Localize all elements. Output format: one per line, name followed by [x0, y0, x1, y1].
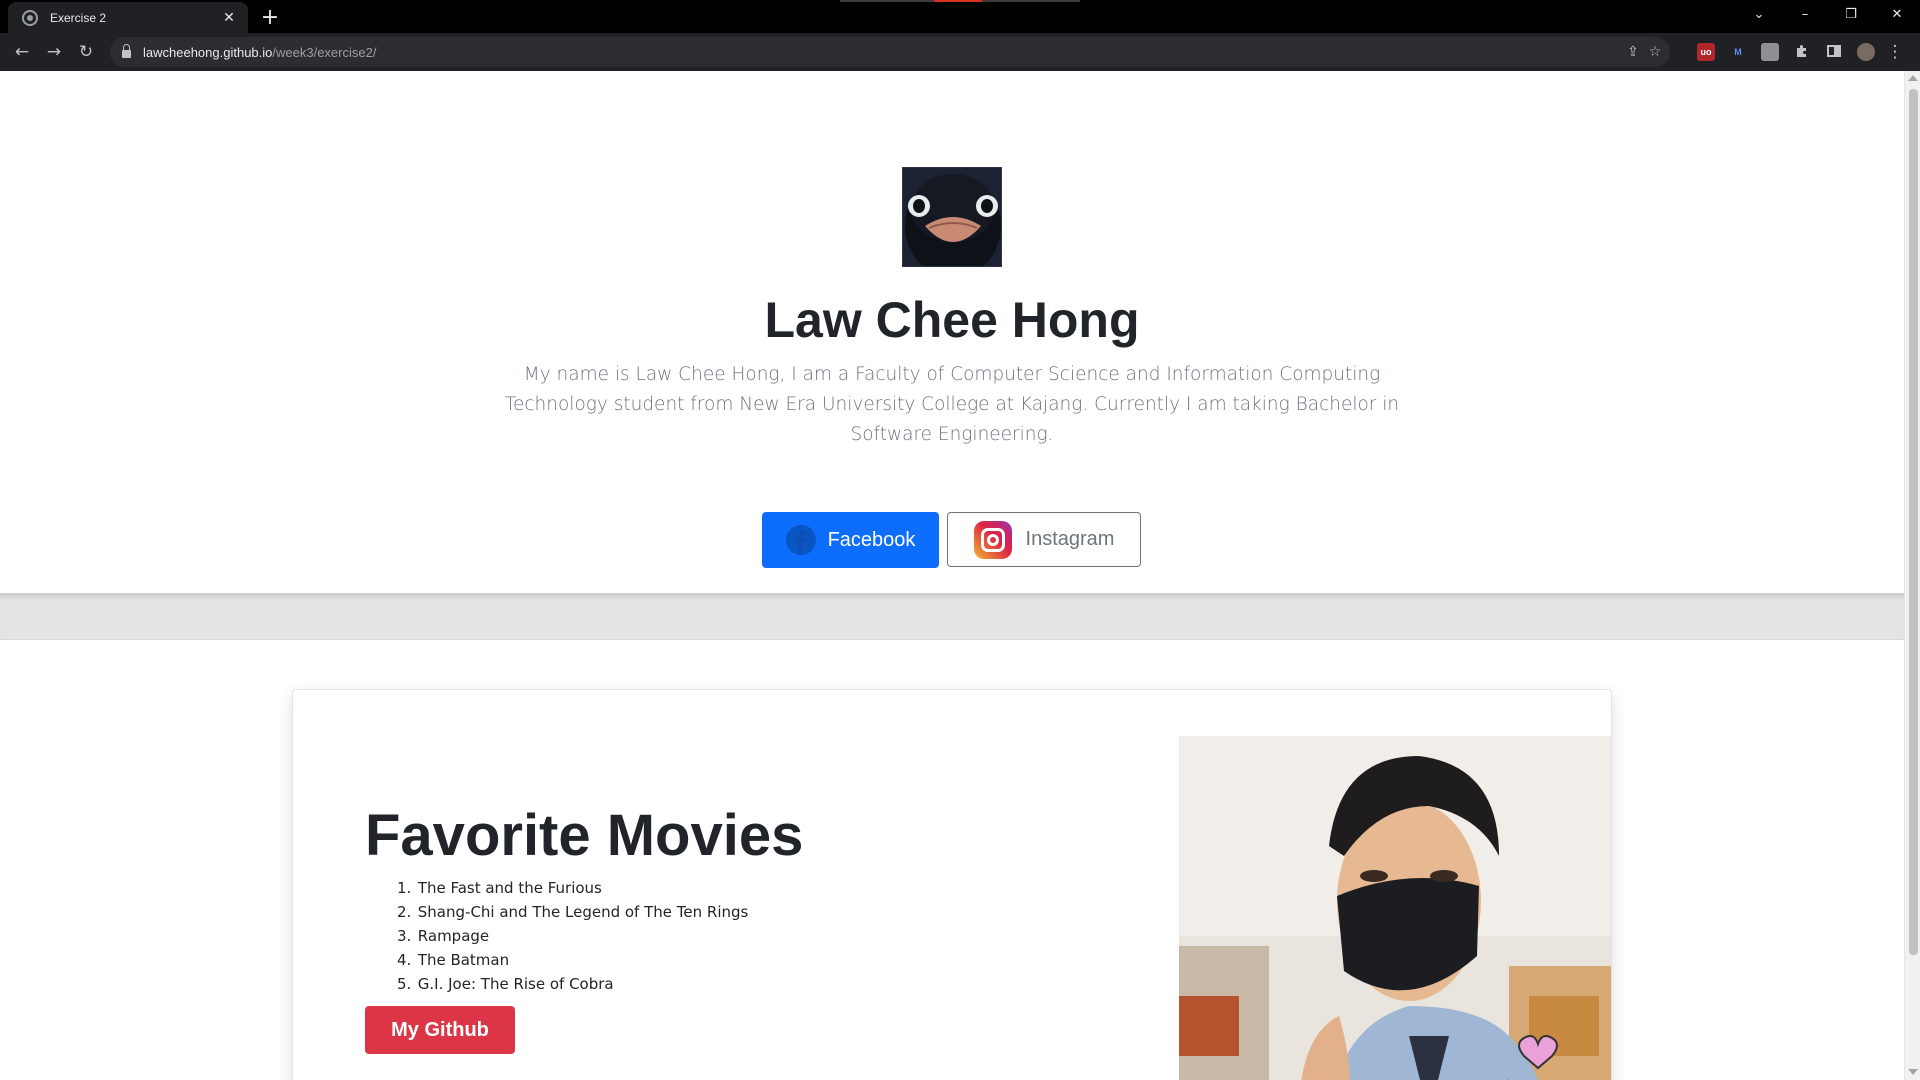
web-page: Law Chee Hong My name is Law Chee Hong, …: [0, 71, 1904, 1080]
browser-menu-icon[interactable]: ⋮: [1885, 39, 1905, 65]
side-panel-icon[interactable]: [1825, 43, 1843, 61]
tab-title: Exercise 2: [50, 10, 107, 25]
list-item: 1. The Fast and the Furious: [397, 879, 602, 897]
forward-arrow-icon[interactable]: →: [40, 39, 68, 65]
address-bar[interactable]: lawcheehong.github.io/week3/exercise2/ ⇪…: [110, 37, 1670, 67]
facebook-label: Facebook: [827, 528, 916, 551]
close-tab-icon[interactable]: ✕: [220, 10, 238, 26]
list-item: 3. Rampage: [397, 927, 490, 945]
instagram-button[interactable]: Instagram: [947, 512, 1141, 567]
instagram-icon: [973, 520, 1012, 559]
url-path: /week3/exercise2/: [272, 44, 377, 60]
ublock-extension-icon[interactable]: uo: [1697, 43, 1715, 61]
m-extension-icon[interactable]: M: [1729, 43, 1747, 61]
close-window-button[interactable]: ✕: [1874, 0, 1920, 29]
page-title: Law Chee Hong: [764, 292, 1140, 348]
profile-photo: [1179, 736, 1611, 1080]
movie-list: 1. The Fast and the Furious 2. Shang-Chi…: [397, 876, 748, 996]
browser-toolbar: ← → ↻ lawcheehong.github.io/week3/exerci…: [0, 33, 1920, 71]
puzzle-extensions-icon[interactable]: [1793, 43, 1811, 61]
minimize-button[interactable]: –: [1782, 0, 1828, 29]
movies-card: Favorite Movies 1. The Fast and the Furi…: [292, 689, 1612, 1080]
url-host: lawcheehong.github.io: [143, 44, 273, 60]
profile-picture: [902, 167, 1002, 267]
facebook-button[interactable]: Facebook: [762, 512, 939, 568]
list-item: 2. Shang-Chi and The Legend of The Ten R…: [397, 903, 749, 921]
page-scrollbar[interactable]: [1904, 71, 1920, 1080]
scrollbar-thumb[interactable]: [1909, 89, 1918, 955]
list-item: 5. G.I. Joe: The Rise of Cobra: [397, 975, 614, 993]
scroll-up-icon[interactable]: [1908, 75, 1918, 81]
list-item: 4. The Batman: [397, 951, 510, 969]
bookmark-star-icon[interactable]: ☆: [1646, 43, 1664, 61]
tab-strip: Exercise 2 ✕ + ⌄ – ❐ ✕: [0, 0, 1920, 33]
github-button[interactable]: My Github: [365, 1006, 515, 1054]
back-arrow-icon[interactable]: ←: [8, 39, 36, 65]
share-icon[interactable]: ⇪: [1624, 43, 1642, 61]
section-divider: [0, 593, 1904, 640]
tab-strip-indicator: [840, 0, 1080, 2]
lock-icon[interactable]: [122, 44, 131, 58]
new-tab-button[interactable]: +: [256, 4, 284, 32]
extension-icon[interactable]: [1761, 43, 1779, 61]
hero-section: Law Chee Hong My name is Law Chee Hong, …: [0, 71, 1904, 593]
movies-title: Favorite Movies: [365, 803, 804, 868]
instagram-label: Instagram: [1025, 528, 1115, 550]
scroll-down-icon[interactable]: [1908, 1069, 1918, 1075]
restore-button[interactable]: ❐: [1828, 0, 1874, 29]
profile-avatar-icon[interactable]: [1857, 43, 1875, 61]
bio-text: My name is Law Chee Hong, I am a Faculty…: [504, 364, 1400, 445]
facebook-icon: [785, 525, 816, 555]
tab-exercise-2[interactable]: Exercise 2 ✕: [8, 2, 248, 33]
globe-icon: [22, 9, 38, 26]
tab-search-icon[interactable]: ⌄: [1736, 0, 1782, 29]
reload-icon[interactable]: ↻: [72, 39, 100, 65]
